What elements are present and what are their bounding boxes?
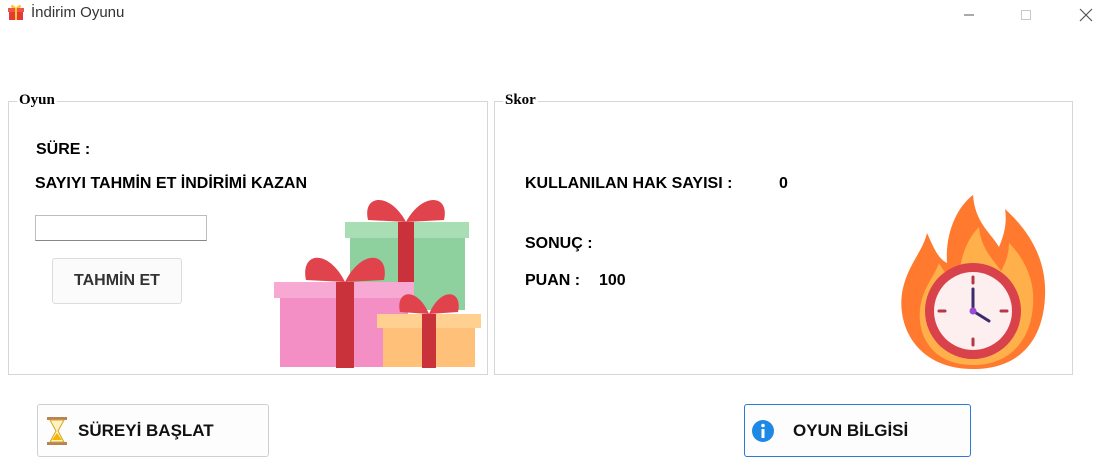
guess-input[interactable]: [35, 215, 207, 241]
points-label: PUAN :: [525, 272, 581, 289]
attempts-label: KULLANILAN HAK SAYISI :: [525, 175, 733, 192]
time-label: SÜRE :: [36, 141, 91, 158]
game-info-button[interactable]: OYUN BİLGİSİ: [744, 404, 971, 457]
title-bar: İndirim Oyunu: [0, 0, 1107, 30]
flaming-clock-icon: [901, 195, 1046, 369]
hourglass-icon: [47, 416, 67, 445]
close-icon: [1079, 8, 1093, 22]
info-icon: [752, 419, 774, 442]
minimize-icon: [964, 14, 974, 16]
points-value: 100: [599, 272, 626, 289]
maximize-button[interactable]: [1003, 0, 1049, 30]
result-label: SONUÇ :: [525, 235, 593, 252]
start-timer-label: SÜREYİ BAŞLAT: [78, 420, 214, 440]
game-legend: Oyun: [17, 92, 57, 109]
maximize-icon: [1021, 10, 1031, 20]
gift-icon: [8, 4, 24, 20]
instruction-label: SAYIYI TAHMİN ET İNDİRİMİ KAZAN: [35, 175, 308, 192]
minimize-button[interactable]: [946, 0, 992, 30]
score-legend: Skor: [503, 92, 538, 109]
attempts-value: 0: [779, 175, 788, 192]
window-title: İndirim Oyunu: [31, 4, 125, 21]
start-timer-button[interactable]: SÜREYİ BAŞLAT: [37, 404, 269, 457]
gifts-illustration: [274, 200, 481, 368]
close-button[interactable]: [1063, 0, 1107, 30]
game-info-label: OYUN BİLGİSİ: [793, 420, 909, 440]
guess-button[interactable]: TAHMİN ET: [52, 258, 182, 304]
